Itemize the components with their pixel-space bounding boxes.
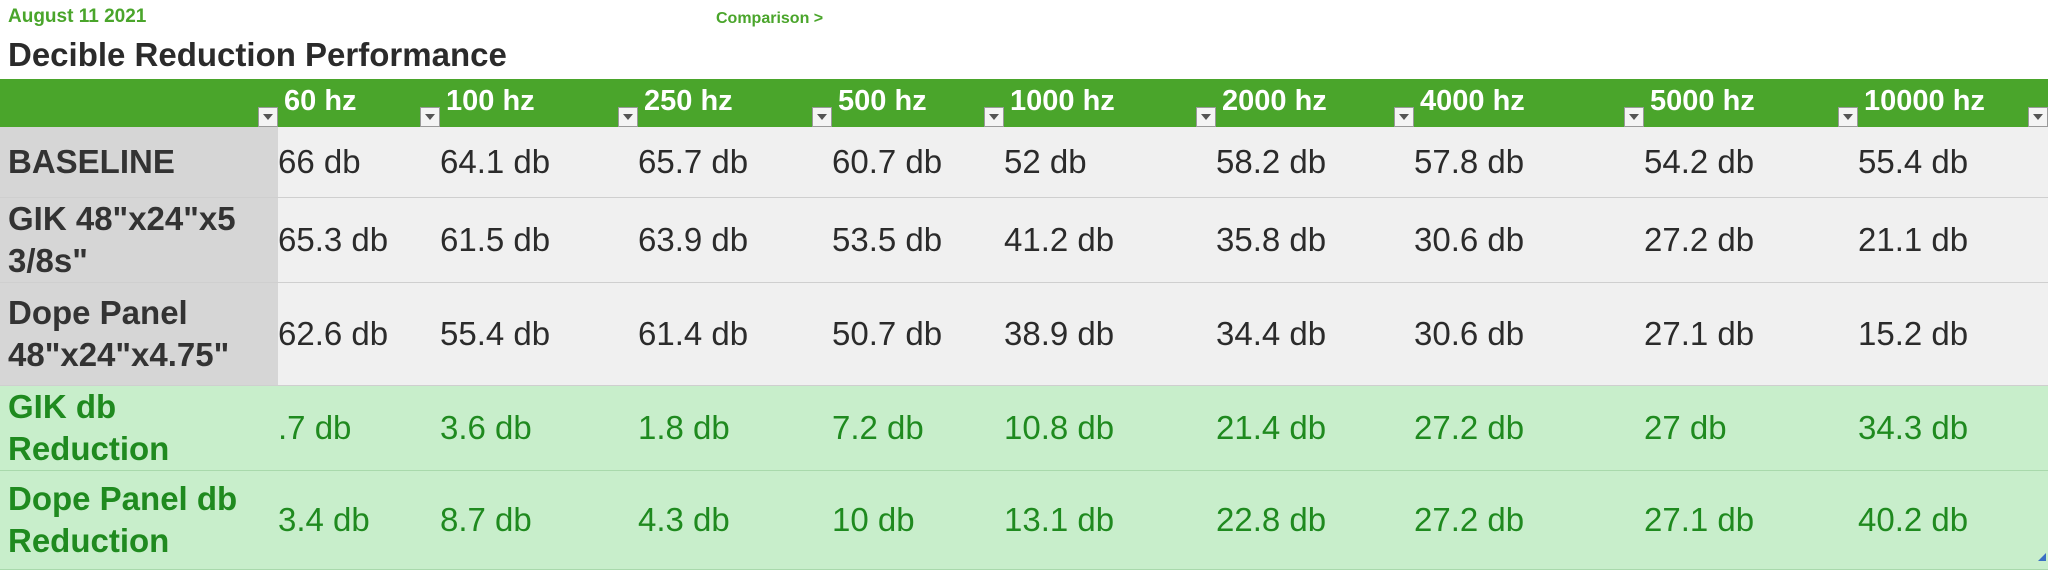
column-header-1000hz[interactable]: 1000 hz: [1004, 79, 1216, 127]
column-header-text: 10000 hz: [1864, 85, 1985, 117]
column-header-500hz[interactable]: 500 hz: [832, 79, 1004, 127]
table-row-gik[interactable]: GIK 48"x24"x5 3/8s" 65.3 db 61.5 db 63.9…: [0, 197, 2048, 283]
row-label: BASELINE: [0, 127, 278, 198]
filter-dropdown-icon[interactable]: [984, 107, 1004, 127]
column-header-60hz[interactable]: 60 hz: [278, 79, 440, 127]
column-header-text: 500 hz: [838, 85, 927, 117]
column-header-10000hz[interactable]: 10000 hz: [1858, 79, 2048, 127]
table-cell[interactable]: 30.6 db: [1414, 197, 1644, 283]
column-header-text: 1000 hz: [1010, 85, 1115, 117]
table-cell[interactable]: .7 db: [278, 385, 440, 471]
table-cell[interactable]: 27 db: [1644, 385, 1858, 471]
table-cell[interactable]: 13.1 db: [1004, 470, 1216, 570]
row-label: Dope Panel db Reduction: [0, 470, 278, 570]
table-cell[interactable]: 50.7 db: [832, 282, 1004, 386]
table-cell[interactable]: 10 db: [832, 470, 1004, 570]
column-header-text: 60 hz: [284, 85, 357, 117]
column-header-label: [0, 79, 278, 127]
table-cell[interactable]: 10.8 db: [1004, 385, 1216, 471]
column-header-text: 250 hz: [644, 85, 733, 117]
top-bar: August 11 2021 Comparison >: [0, 0, 2048, 36]
row-label: GIK db Reduction: [0, 385, 278, 471]
column-header-5000hz[interactable]: 5000 hz: [1644, 79, 1858, 127]
filter-dropdown-icon[interactable]: [812, 107, 832, 127]
table-cell[interactable]: 15.2 db: [1858, 282, 2048, 386]
table-cell[interactable]: 8.7 db: [440, 470, 638, 570]
row-label: GIK 48"x24"x5 3/8s": [0, 197, 278, 283]
decibel-table: 60 hz 100 hz 250 hz 500 hz 1000 hz 2000 …: [0, 79, 2048, 570]
header-row: 60 hz 100 hz 250 hz 500 hz 1000 hz 2000 …: [0, 79, 2048, 127]
table-cell[interactable]: 27.1 db: [1644, 282, 1858, 386]
table-cell[interactable]: 34.4 db: [1216, 282, 1414, 386]
table-cell[interactable]: 41.2 db: [1004, 197, 1216, 283]
filter-dropdown-icon[interactable]: [1624, 107, 1644, 127]
table-cell[interactable]: 65.3 db: [278, 197, 440, 283]
column-header-text: 5000 hz: [1650, 85, 1755, 117]
table-cell[interactable]: 66 db: [278, 127, 440, 198]
filter-dropdown-icon[interactable]: [258, 107, 278, 127]
table-cell[interactable]: 63.9 db: [638, 197, 832, 283]
table-title: Decible Reduction Performance: [8, 36, 507, 73]
table-cell[interactable]: 58.2 db: [1216, 127, 1414, 198]
table-cell[interactable]: 34.3 db: [1858, 385, 2048, 471]
table-cell[interactable]: 65.7 db: [638, 127, 832, 198]
table-cell[interactable]: 4.3 db: [638, 470, 832, 570]
table-row-gik-reduction[interactable]: GIK db Reduction .7 db 3.6 db 1.8 db 7.2…: [0, 385, 2048, 471]
table-cell[interactable]: 7.2 db: [832, 385, 1004, 471]
filter-dropdown-icon[interactable]: [1838, 107, 1858, 127]
table-cell[interactable]: 61.5 db: [440, 197, 638, 283]
date-label: August 11 2021: [8, 6, 147, 27]
table-cell[interactable]: 3.6 db: [440, 385, 638, 471]
table-cell[interactable]: 27.1 db: [1644, 470, 1858, 570]
table-cell[interactable]: 55.4 db: [1858, 127, 2048, 198]
table-cell[interactable]: 27.2 db: [1644, 197, 1858, 283]
column-header-text: 4000 hz: [1420, 85, 1525, 117]
table-cell[interactable]: 27.2 db: [1414, 470, 1644, 570]
table-cell[interactable]: 64.1 db: [440, 127, 638, 198]
filter-dropdown-icon[interactable]: [1196, 107, 1216, 127]
table-cell[interactable]: 27.2 db: [1414, 385, 1644, 471]
table-cell[interactable]: 1.8 db: [638, 385, 832, 471]
table-cell[interactable]: 54.2 db: [1644, 127, 1858, 198]
comparison-link[interactable]: Comparison >: [716, 10, 823, 28]
table-cell[interactable]: 38.9 db: [1004, 282, 1216, 386]
table-cell[interactable]: 61.4 db: [638, 282, 832, 386]
table-cell[interactable]: 40.2 db: [1858, 470, 2048, 570]
filter-dropdown-icon[interactable]: [2028, 107, 2048, 127]
filter-dropdown-icon[interactable]: [420, 107, 440, 127]
table-cell[interactable]: 52 db: [1004, 127, 1216, 198]
column-header-4000hz[interactable]: 4000 hz: [1414, 79, 1644, 127]
table-cell[interactable]: 60.7 db: [832, 127, 1004, 198]
resize-handle-icon[interactable]: [2036, 551, 2046, 561]
column-header-text: 2000 hz: [1222, 85, 1327, 117]
table-cell[interactable]: 3.4 db: [278, 470, 440, 570]
table-cell[interactable]: 30.6 db: [1414, 282, 1644, 386]
table-row-dope-panel-reduction[interactable]: Dope Panel db Reduction 3.4 db 8.7 db 4.…: [0, 470, 2048, 570]
column-header-250hz[interactable]: 250 hz: [638, 79, 832, 127]
column-header-100hz[interactable]: 100 hz: [440, 79, 638, 127]
table-cell[interactable]: 22.8 db: [1216, 470, 1414, 570]
table-cell[interactable]: 21.1 db: [1858, 197, 2048, 283]
table-cell[interactable]: 57.8 db: [1414, 127, 1644, 198]
table-cell[interactable]: 62.6 db: [278, 282, 440, 386]
table-cell[interactable]: 55.4 db: [440, 282, 638, 386]
column-header-text: 100 hz: [446, 85, 535, 117]
filter-dropdown-icon[interactable]: [1394, 107, 1414, 127]
row-label: Dope Panel 48"x24"x4.75": [0, 282, 278, 386]
table-row-baseline[interactable]: BASELINE 66 db 64.1 db 65.7 db 60.7 db 5…: [0, 127, 2048, 198]
filter-dropdown-icon[interactable]: [618, 107, 638, 127]
column-header-2000hz[interactable]: 2000 hz: [1216, 79, 1414, 127]
table-cell[interactable]: 53.5 db: [832, 197, 1004, 283]
table-row-dope-panel[interactable]: Dope Panel 48"x24"x4.75" 62.6 db 55.4 db…: [0, 282, 2048, 386]
table-cell[interactable]: 21.4 db: [1216, 385, 1414, 471]
table-cell[interactable]: 35.8 db: [1216, 197, 1414, 283]
